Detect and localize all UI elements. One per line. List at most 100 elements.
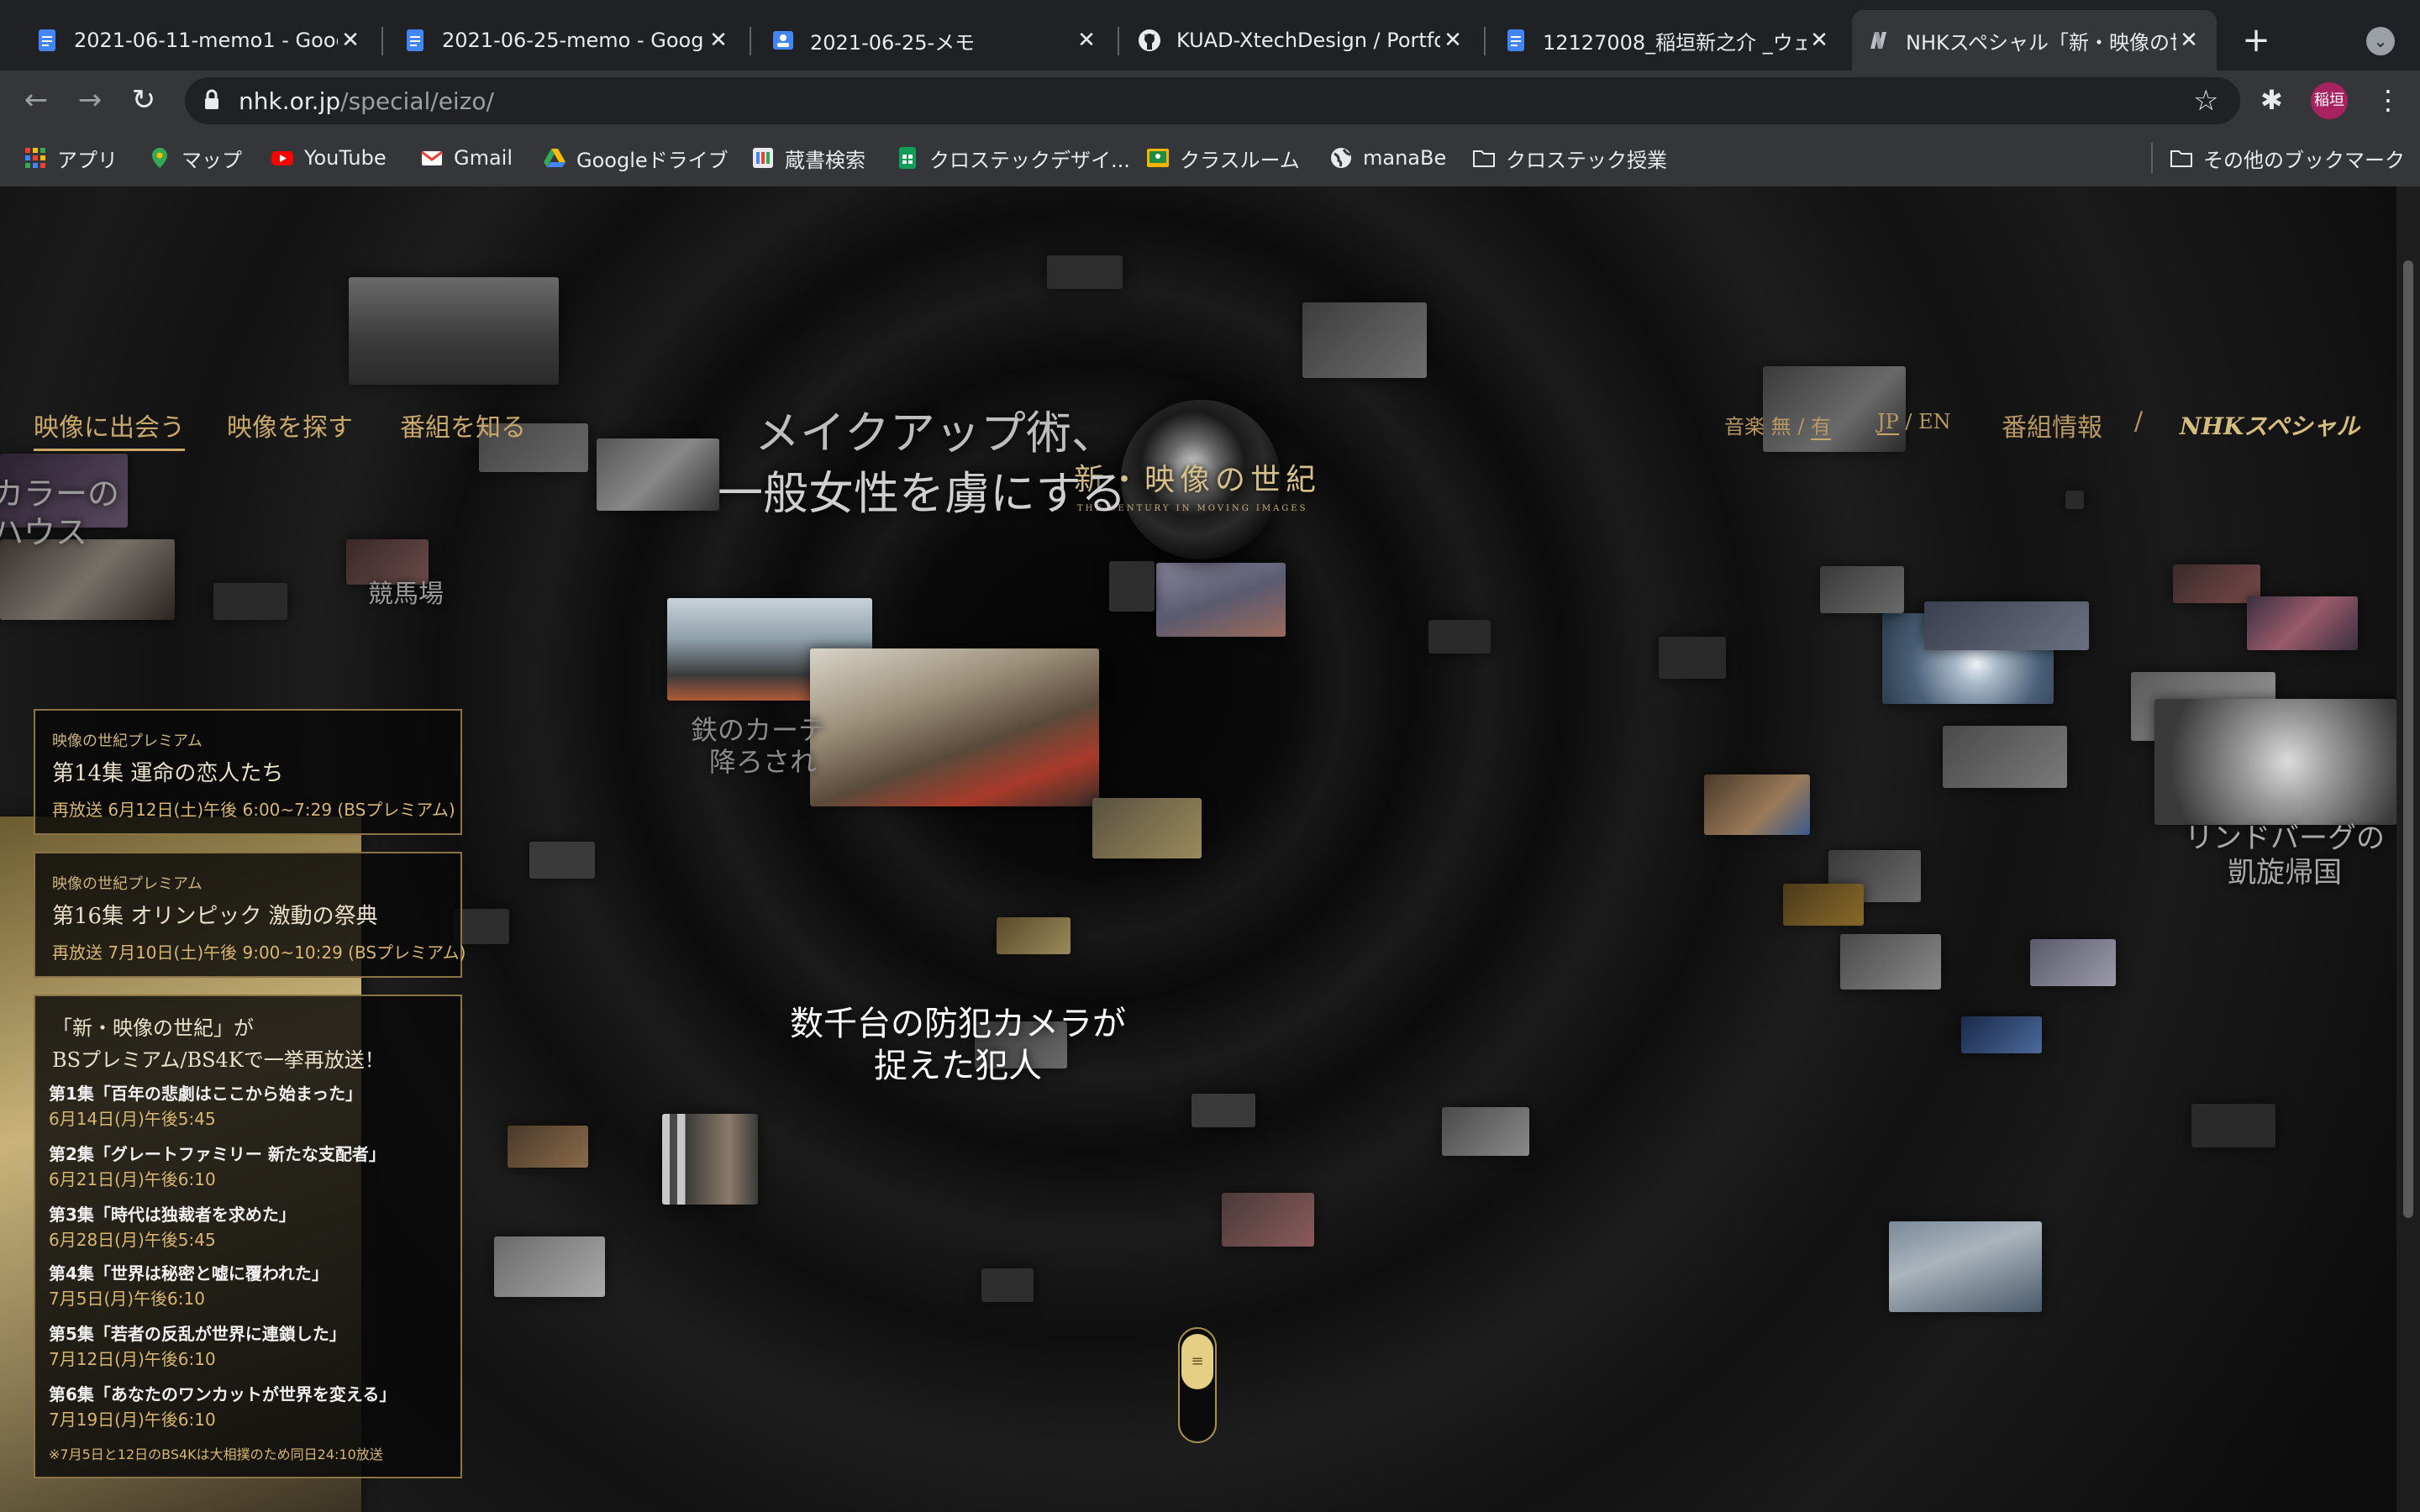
- archival-thumbnail[interactable]: [1047, 255, 1123, 289]
- caption-line: カラーの: [0, 475, 120, 512]
- archival-thumbnail[interactable]: [1092, 798, 1202, 858]
- reload-icon[interactable]: ↻: [124, 81, 163, 119]
- bookmark-label: アプリ: [57, 148, 118, 172]
- music-toggle[interactable]: 音楽 無 / 有: [1724, 410, 1832, 440]
- episode-title: 第3集「時代は独裁者を求めた」: [49, 1205, 296, 1225]
- rerun-schedule-card[interactable]: 「新・映像の世紀」が BSプレミアム/BS4Kで一挙再放送！ 第1集「百年の悲劇…: [34, 995, 462, 1478]
- episode-title: 第2集「グレートファミリー 新たな支配者」: [49, 1144, 386, 1164]
- archival-thumbnail[interactable]: [2247, 596, 2358, 650]
- bookmark-drive[interactable]: Googleドライブ: [543, 143, 729, 173]
- archival-thumbnail[interactable]: [213, 583, 287, 620]
- archival-thumbnail[interactable]: [1943, 726, 2067, 788]
- archival-thumbnail[interactable]: [1924, 601, 2089, 650]
- browser-tab-4[interactable]: KUAD-XtechDesign / Portfo ✕: [1123, 10, 1481, 71]
- browser-tab-2[interactable]: 2021-06-25-memo - Goog ✕: [388, 10, 746, 71]
- bookmark-apps[interactable]: アプリ: [24, 143, 118, 173]
- archival-thumbnail[interactable]: [1428, 620, 1491, 654]
- close-tab-icon[interactable]: ✕: [1807, 28, 1832, 53]
- bookmark-classroom[interactable]: クラスルーム: [1146, 143, 1300, 173]
- archival-thumbnail[interactable]: [1820, 566, 1904, 613]
- archival-thumbnail[interactable]: [2030, 939, 2116, 986]
- archival-thumbnail[interactable]: [2154, 699, 2396, 825]
- language-switch[interactable]: JP / EN: [1877, 410, 1951, 435]
- featured-caption[interactable]: 数千台の防犯カメラが 捉えた犯人: [781, 1003, 1134, 1087]
- browser-tab-5[interactable]: 12127008_稲垣新之介 _ウェ ✕: [1489, 10, 1847, 71]
- close-tab-icon[interactable]: ✕: [338, 28, 363, 53]
- archival-thumbnail[interactable]: [1156, 563, 1286, 637]
- archival-thumbnail[interactable]: [1889, 1221, 2042, 1312]
- bookmark-xtech-class[interactable]: クロステック授業: [1472, 143, 1667, 173]
- archival-thumbnail[interactable]: [2065, 491, 2084, 509]
- archival-thumbnail[interactable]: [1302, 302, 1427, 378]
- archival-thumbnail[interactable]: [346, 539, 429, 585]
- classroom-icon: [1147, 149, 1169, 167]
- close-tab-icon[interactable]: ✕: [706, 28, 731, 53]
- archival-thumbnail[interactable]: [1659, 637, 1726, 679]
- browser-tab-1[interactable]: 2021-06-11-memo1 - Goog ✕: [20, 10, 378, 71]
- extensions-puzzle-icon[interactable]: ✱: [2260, 84, 2283, 116]
- scrollbar-thumb[interactable]: [2403, 260, 2413, 1218]
- archival-thumbnail[interactable]: [662, 1114, 758, 1205]
- floating-caption-racecourse[interactable]: 競馬場: [368, 580, 444, 610]
- floating-caption-color-house[interactable]: カラーの ハウス: [0, 475, 119, 552]
- floating-caption-makeup-2[interactable]: 一般女性を虜にする: [718, 467, 1127, 522]
- bookmark-gmail[interactable]: Gmail: [420, 143, 513, 173]
- nav-about-program[interactable]: 番組を知る: [400, 407, 526, 444]
- archival-thumbnail[interactable]: [1704, 774, 1810, 835]
- archival-thumbnail[interactable]: [1192, 1094, 1255, 1127]
- url-text[interactable]: nhk.or.jp/special/eizo/: [239, 87, 494, 115]
- archival-thumbnail[interactable]: [349, 277, 559, 385]
- close-tab-icon[interactable]: ✕: [1074, 28, 1099, 53]
- archival-thumbnail[interactable]: [1783, 884, 1864, 926]
- nav-search-footage[interactable]: 映像を探す: [227, 407, 353, 444]
- floating-caption-lindbergh[interactable]: リンドバーグの 凱旋帰国: [2185, 822, 2385, 890]
- browser-tab-6-active[interactable]: NHKスペシャル「新・映像の世 ✕: [1852, 10, 2217, 71]
- archival-thumbnail[interactable]: [1961, 1016, 2042, 1053]
- slider-handle[interactable]: ≡: [1181, 1334, 1213, 1389]
- program-info-link[interactable]: 番組情報: [2002, 407, 2102, 444]
- archival-thumbnail[interactable]: [597, 438, 719, 511]
- browser-tab-3[interactable]: 2021-06-25-メモ ✕: [756, 10, 1114, 71]
- profile-avatar[interactable]: 稲垣: [2311, 82, 2348, 119]
- close-tab-icon[interactable]: ✕: [1440, 28, 1465, 53]
- music-on-option[interactable]: 有: [1811, 415, 1832, 440]
- premium-broadcast-card[interactable]: 映像の世紀プレミアム 第16集 オリンピック 激動の祭典 再放送 7月10日(土…: [34, 852, 466, 978]
- back-arrow-icon[interactable]: ←: [17, 81, 55, 119]
- archival-thumbnail[interactable]: [1840, 934, 1941, 990]
- music-off-option[interactable]: 無: [1771, 415, 1791, 438]
- nhk-special-logo[interactable]: NHKスペシャル: [2180, 408, 2360, 442]
- archival-thumbnail[interactable]: [529, 842, 595, 879]
- premium-broadcast-card[interactable]: 映像の世紀プレミアム 第14集 運命の恋人たち 再放送 6月12日(土)午後 6…: [34, 709, 462, 835]
- floating-caption-iron-curtain[interactable]: 鉄のカーテ 降ろされ: [691, 714, 825, 779]
- archival-thumbnail[interactable]: [508, 1126, 588, 1168]
- close-tab-icon[interactable]: ✕: [2176, 28, 2202, 53]
- folder-icon: [1473, 150, 1495, 167]
- eizo-tunnel-viewport[interactable]: 映像に出会う 映像を探す 番組を知る 新・映像の世紀 THE CENTURY I…: [0, 186, 2396, 1512]
- floating-caption-makeup[interactable]: メイクアップ術、: [755, 407, 1117, 461]
- lang-en-option[interactable]: EN: [1918, 410, 1951, 433]
- bookmark-star-icon[interactable]: ☆: [2193, 84, 2218, 118]
- episode-title: 第6集「あなたのワンカットが世界を変える」: [49, 1384, 397, 1404]
- archival-thumbnail[interactable]: [997, 917, 1071, 954]
- new-tab-button[interactable]: +: [2235, 20, 2277, 62]
- bookmark-manabe[interactable]: manaBe: [1329, 143, 1446, 173]
- archival-thumbnail[interactable]: [810, 648, 1099, 806]
- tab-search-chevron-icon[interactable]: ⌄: [2366, 27, 2395, 55]
- tab-title: 2021-06-25-memo - Goog: [442, 29, 704, 52]
- browser-menu-kebab-icon[interactable]: ⋮: [2375, 84, 2402, 116]
- nav-meet-footage[interactable]: 映像に出会う: [34, 407, 185, 451]
- archival-thumbnail[interactable]: [1109, 561, 1155, 612]
- archival-thumbnail[interactable]: [494, 1236, 605, 1297]
- archival-thumbnail[interactable]: [981, 1268, 1034, 1302]
- menu-lines-icon: ≡: [1191, 1352, 1204, 1370]
- forward-arrow-icon[interactable]: →: [71, 81, 109, 119]
- bookmark-other-folder[interactable]: その他のブックマーク: [2170, 143, 2405, 173]
- bookmark-youtube[interactable]: YouTube: [271, 143, 387, 173]
- archival-thumbnail[interactable]: [1222, 1193, 1314, 1247]
- bookmark-xtech-design[interactable]: クロステックデザイ...: [896, 143, 1130, 173]
- bookmark-maps[interactable]: マップ: [148, 143, 242, 173]
- archival-thumbnail[interactable]: [1442, 1107, 1529, 1156]
- bookmark-library[interactable]: 蔵書検索: [751, 143, 865, 173]
- archival-thumbnail[interactable]: [2191, 1104, 2275, 1147]
- lang-jp-option[interactable]: JP: [1877, 410, 1899, 435]
